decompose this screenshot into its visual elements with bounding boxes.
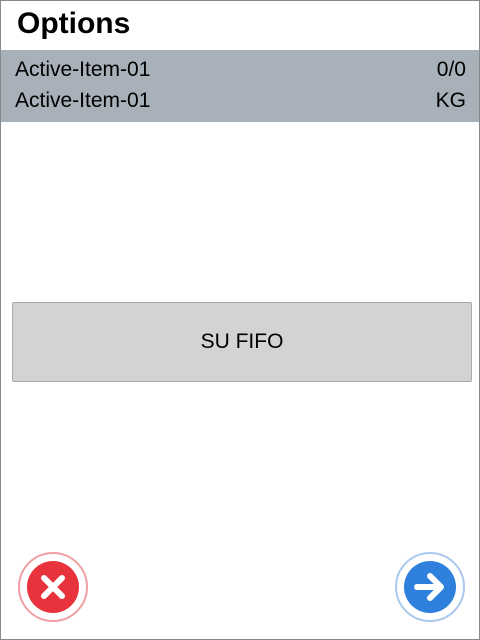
unit-value: KG (435, 89, 466, 112)
arrow-right-icon (404, 561, 456, 613)
item-name-label: Active-Item-01 (15, 58, 151, 81)
quantity-value: 0/0 (436, 58, 466, 81)
page-title: Options (17, 7, 131, 40)
info-row-unit: Active-Item-01 KG (15, 86, 466, 116)
su-fifo-button[interactable]: SU FIFO (12, 302, 472, 382)
item-info-panel: Active-Item-01 0/0 Active-Item-01 KG (1, 50, 479, 122)
cancel-button[interactable] (18, 552, 88, 622)
next-button[interactable] (395, 552, 465, 622)
item-name-label: Active-Item-01 (15, 89, 151, 112)
close-icon (27, 561, 79, 613)
info-row-quantity: Active-Item-01 0/0 (15, 55, 466, 85)
screen-frame: Options Active-Item-01 0/0 Active-Item-0… (0, 0, 480, 640)
